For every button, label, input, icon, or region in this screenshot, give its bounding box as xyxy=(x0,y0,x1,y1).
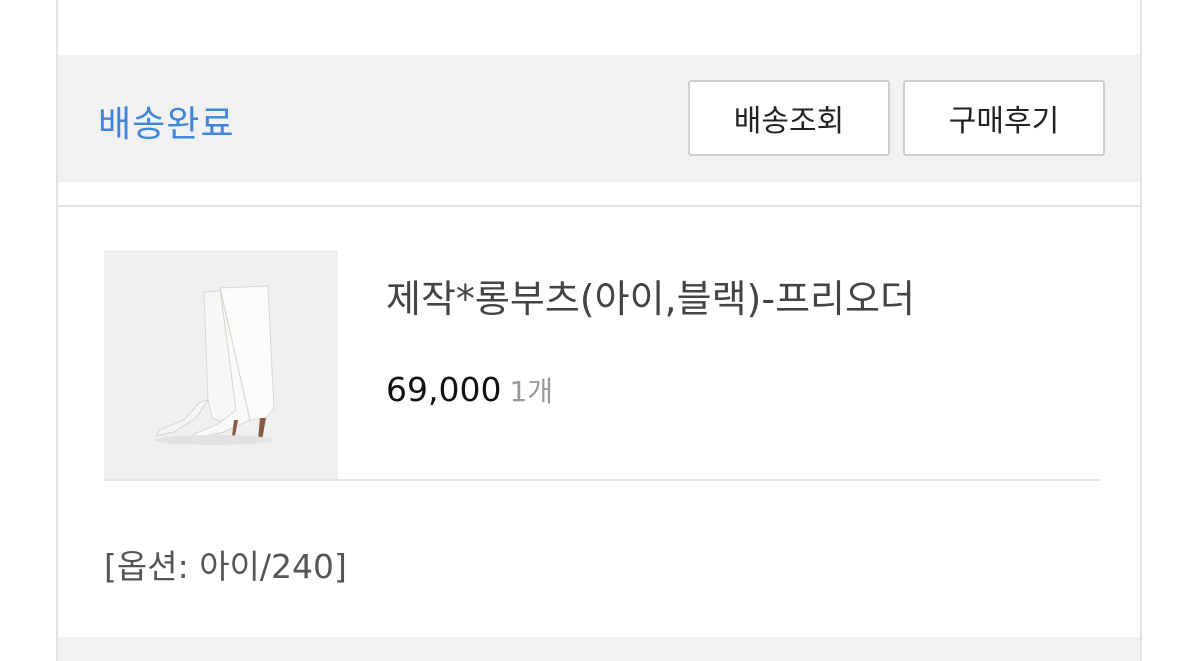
product-divider xyxy=(104,479,1100,481)
footer-bar xyxy=(58,637,1140,661)
boots-image-icon xyxy=(104,250,338,480)
product-price: 69,000 xyxy=(386,370,502,409)
order-status-bar: 배송완료 배송조회 구매후기 xyxy=(58,55,1140,182)
order-card: 배송완료 배송조회 구매후기 제작*롱부츠(아이,블랙)-프리오더 69,000… xyxy=(56,0,1142,661)
product-option: [옵션: 아이/240] xyxy=(104,547,347,586)
product-title[interactable]: 제작*롱부츠(아이,블랙)-프리오더 xyxy=(386,268,915,323)
track-delivery-button[interactable]: 배송조회 xyxy=(688,80,890,156)
price-row: 69,000 1개 xyxy=(386,370,553,410)
section-divider xyxy=(58,205,1140,207)
product-thumbnail[interactable] xyxy=(104,250,338,480)
write-review-button[interactable]: 구매후기 xyxy=(903,80,1105,156)
delivery-status: 배송완료 xyxy=(98,104,235,145)
product-quantity: 1개 xyxy=(509,375,554,408)
